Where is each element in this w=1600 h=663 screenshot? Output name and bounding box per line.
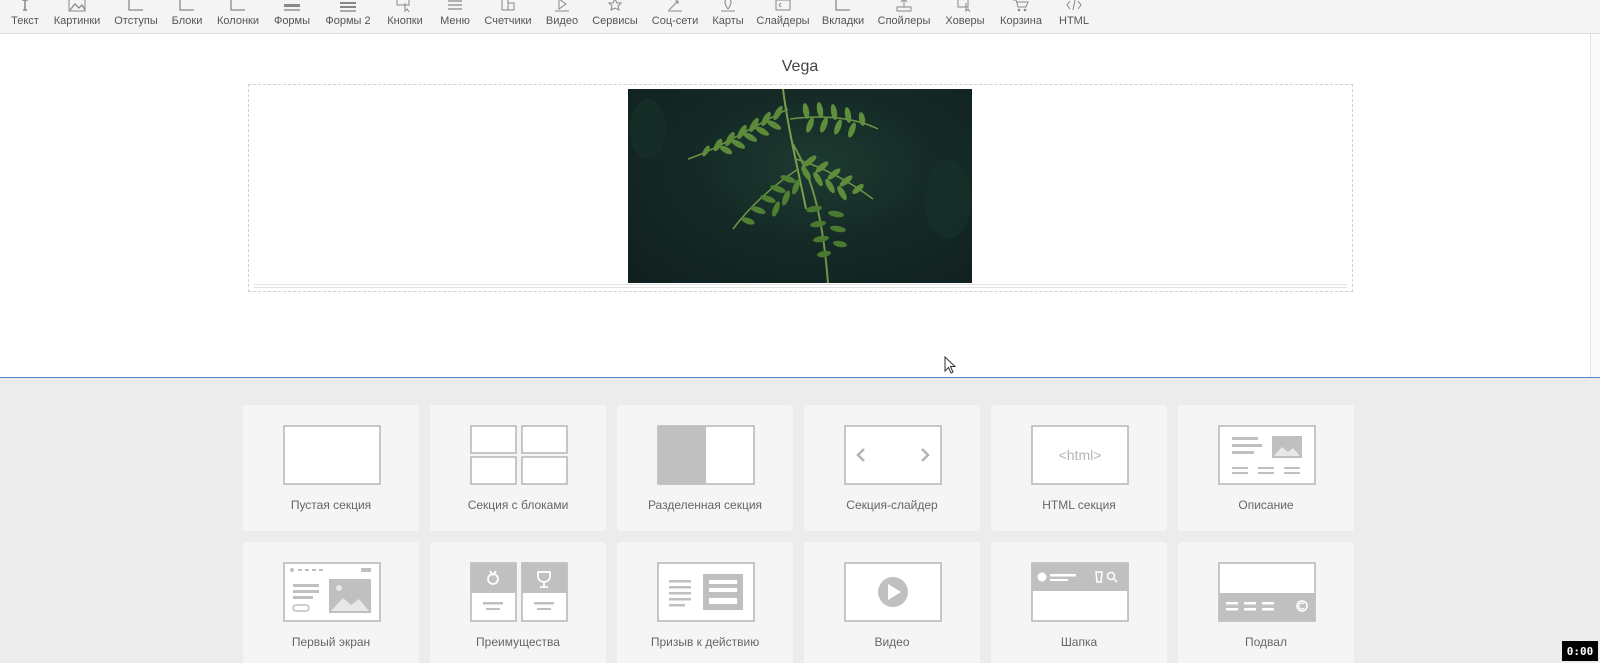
preset-first-screen[interactable]: Первый экран xyxy=(243,542,419,663)
tool-hovers[interactable]: Ховеры xyxy=(942,0,988,32)
widget-toolbar: Текст Картинки Отступы Блоки Колонки Фор… xyxy=(0,0,1600,34)
fern-photo[interactable] xyxy=(628,89,972,283)
tool-maps[interactable]: Карты xyxy=(709,0,747,32)
preset-html-section[interactable]: <html> HTML секция xyxy=(991,405,1167,531)
recording-timer: 0:00 xyxy=(1562,641,1598,661)
tool-html[interactable]: HTML xyxy=(1054,0,1094,32)
header-icon xyxy=(1031,562,1129,622)
canvas-scrollbar[interactable] xyxy=(1590,34,1600,377)
split-section-icon xyxy=(657,425,755,485)
form2-icon xyxy=(339,0,357,12)
fern-illustration xyxy=(630,89,972,283)
spacing-icon xyxy=(127,0,145,11)
footer-icon xyxy=(1218,562,1316,622)
tool-forms-2[interactable]: Формы 2 xyxy=(323,0,373,32)
tool-cart[interactable]: Корзина xyxy=(997,0,1045,32)
hover-cursor-icon xyxy=(956,0,974,12)
tool-services[interactable]: Сервисы xyxy=(590,0,640,32)
preset-call-to-action[interactable]: Призыв к действию xyxy=(617,542,793,663)
tool-menu[interactable]: Меню xyxy=(437,0,473,32)
preset-empty-section[interactable]: Пустая секция xyxy=(243,405,419,531)
tool-sliders[interactable]: Слайдеры xyxy=(756,0,810,32)
gallery-divider xyxy=(254,284,1347,288)
html-tag-text: <html> xyxy=(1059,447,1102,463)
image-icon xyxy=(68,0,86,12)
spoiler-icon xyxy=(895,0,913,12)
tool-counters[interactable]: Счетчики xyxy=(482,0,534,32)
tool-tabs[interactable]: Вкладки xyxy=(819,0,867,32)
columns-icon xyxy=(229,0,247,11)
code-icon xyxy=(1065,0,1083,11)
html-section-icon: <html> xyxy=(1031,425,1129,485)
slider-icon xyxy=(774,0,792,11)
description-icon xyxy=(1218,425,1316,485)
preset-advantages[interactable]: Преимущества xyxy=(430,542,606,663)
tool-text[interactable]: Текст xyxy=(7,0,43,32)
tool-images[interactable]: Картинки xyxy=(52,0,102,32)
text-icon xyxy=(16,0,34,11)
call-to-action-icon xyxy=(657,562,755,622)
empty-section-icon xyxy=(283,425,381,485)
preset-footer[interactable]: Подвал xyxy=(1178,542,1354,663)
tool-forms[interactable]: Формы xyxy=(271,0,313,32)
play-icon xyxy=(553,0,571,12)
mouse-cursor-icon xyxy=(944,356,957,374)
tool-columns[interactable]: Колонки xyxy=(215,0,261,32)
block-icon xyxy=(178,0,196,11)
share-icon xyxy=(666,0,684,12)
preset-description[interactable]: Описание xyxy=(1178,405,1354,531)
map-pin-icon xyxy=(719,0,737,12)
section-title[interactable]: Vega xyxy=(0,58,1600,76)
tabs-icon xyxy=(834,0,852,11)
tool-buttons[interactable]: Кнопки xyxy=(382,0,428,32)
form-icon xyxy=(283,0,301,11)
advantages-icon xyxy=(470,562,568,622)
tool-video[interactable]: Видео xyxy=(543,0,581,32)
slider-section-icon xyxy=(844,425,942,485)
first-screen-icon xyxy=(283,562,381,622)
preset-video[interactable]: Видео xyxy=(804,542,980,663)
blocks-section-icon xyxy=(470,425,568,485)
tool-blocks[interactable]: Блоки xyxy=(169,0,205,32)
tool-spoilers[interactable]: Спойлеры xyxy=(876,0,932,32)
preset-header[interactable]: Шапка xyxy=(991,542,1167,663)
menu-icon xyxy=(446,0,464,11)
preset-blocks-section[interactable]: Секция с блоками xyxy=(430,405,606,531)
cart-icon xyxy=(1012,0,1030,12)
tool-social[interactable]: Соц-сети xyxy=(650,0,700,32)
preset-split-section[interactable]: Разделенная секция xyxy=(617,405,793,531)
button-cursor-icon xyxy=(396,0,414,12)
services-icon xyxy=(606,0,624,11)
video-icon xyxy=(844,562,942,622)
counter-icon xyxy=(499,0,517,11)
preset-slider-section[interactable]: Секция-слайдер xyxy=(804,405,980,531)
editor-canvas[interactable]: Vega xyxy=(0,34,1600,378)
tool-spacing[interactable]: Отступы xyxy=(112,0,160,32)
